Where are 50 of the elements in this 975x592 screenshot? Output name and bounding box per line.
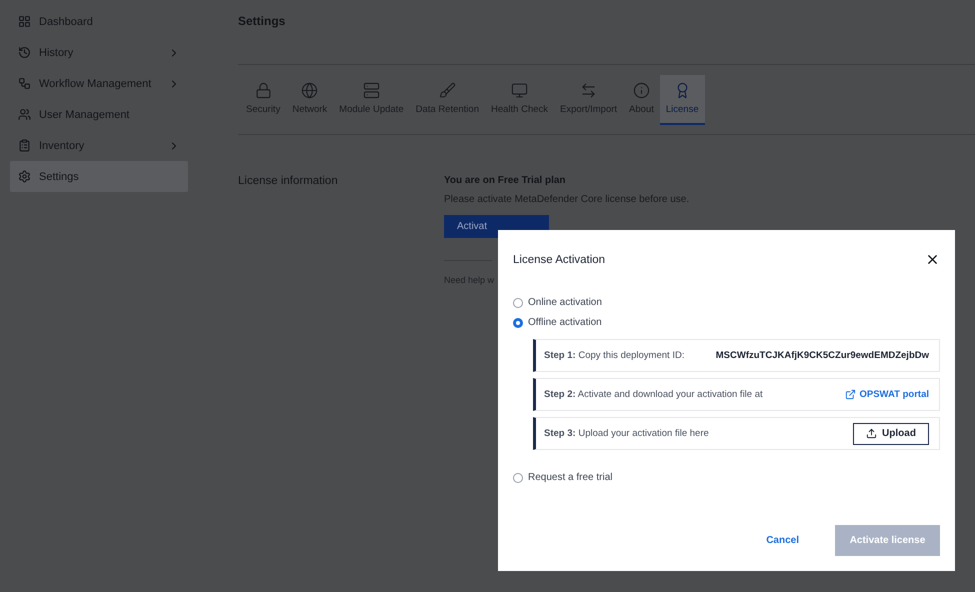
grid-icon [18,15,31,28]
page-title: Settings [238,14,286,28]
upload-button[interactable]: Upload [853,422,929,444]
plan-text: You are on Free Trial plan [444,175,567,186]
sidebar-label: Settings [39,170,80,182]
sidebar-label: Workflow Management [39,78,152,90]
sidebar-label: History [39,46,74,58]
users-icon [18,108,31,121]
deployment-id: MSCWfzuTCJKAfjK9CK5CZur9ewdEMDZejbDw [716,350,929,361]
close-icon[interactable] [925,252,940,267]
radio-option[interactable]: Request a free trial [513,472,940,483]
cancel-button[interactable]: Cancel [748,527,817,554]
tab-label: License [666,104,699,115]
lock-icon [254,82,272,99]
sidebar-item[interactable]: Settings [10,161,188,192]
monitor-icon [511,82,528,99]
sidebar-item[interactable]: Workflow Management [10,68,188,99]
section-title: License information [238,175,339,189]
option-label: Offline activation [528,317,602,328]
history-icon [18,46,31,59]
clipboard-icon [18,139,31,152]
radio-option[interactable]: Online activation [513,297,940,308]
settings-tab[interactable]: License [660,75,705,125]
dialog-title: License Activation [513,254,606,266]
radio-button[interactable] [513,298,523,308]
brush-icon [438,82,456,99]
arrows-icon [580,82,598,99]
workflow-icon [18,77,31,90]
option-label: Request a free trial [528,472,612,483]
sidebar-label: Dashboard [39,16,94,28]
step-text: Step 2: Activate and download your activation file at [544,389,763,400]
step-text: Step 3: Upload your activation file here [544,428,709,439]
option-label: Online activation [528,297,602,308]
sidebar-label: User Management [39,108,130,120]
settings-icon [18,170,31,183]
step-text: Step 1: Copy this deployment ID: [544,350,684,361]
sidebar-item[interactable]: Inventory [10,130,188,161]
sidebar-item[interactable]: Dashboard [10,6,188,37]
radio-button[interactable] [513,318,523,328]
sidebar-item[interactable]: User Management [10,99,188,130]
radio-button[interactable] [513,472,523,482]
radio-option[interactable]: Offline activation [513,317,940,328]
info-icon [632,82,650,99]
upload-icon [866,428,878,439]
external-link-icon [844,389,856,400]
sidebar-item[interactable]: History [10,37,188,68]
sidebar-label: Inventory [39,140,86,152]
portal-link[interactable]: OPSWAT portal [844,389,929,400]
globe-icon [301,82,318,99]
server-icon [362,82,380,99]
